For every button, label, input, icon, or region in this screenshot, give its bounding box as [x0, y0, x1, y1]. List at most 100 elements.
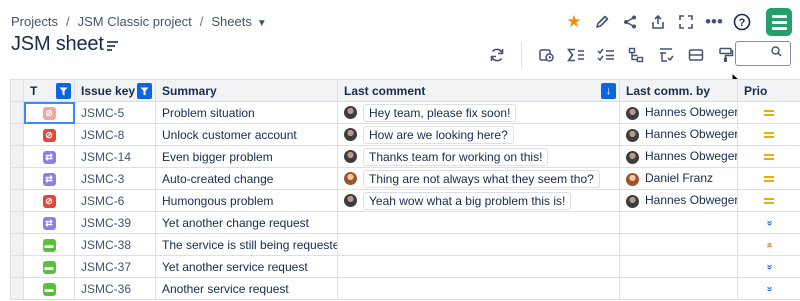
search-field[interactable] — [740, 42, 774, 64]
fullscreen-icon[interactable] — [672, 10, 700, 34]
last-comm-by-cell[interactable] — [619, 255, 738, 278]
issue-key-cell[interactable]: JSMC-37 — [74, 255, 156, 278]
summary-cell[interactable]: Even bigger problem — [155, 145, 338, 168]
table-header-row: T Issue key Summary Last comment ↓ Last c… — [10, 79, 800, 102]
last-comment-cell[interactable]: Yeah wow what a big problem this is! — [337, 189, 620, 212]
last-comm-by-cell[interactable]: Hannes Obweger — [619, 101, 738, 124]
chevron-down-icon: ▼ — [256, 18, 267, 29]
row-number-cell — [10, 123, 24, 146]
priority-cell[interactable] — [737, 123, 800, 146]
priority-low-icon: » — [764, 220, 775, 227]
issue-type-cell[interactable]: ⇄ — [23, 167, 75, 190]
priority-cell[interactable] — [737, 101, 800, 124]
priority-cell[interactable] — [737, 189, 800, 212]
column-header-summary[interactable]: Summary — [155, 79, 338, 102]
row-height-icon[interactable] — [681, 43, 711, 67]
last-comm-by-cell[interactable]: Daniel Franz — [619, 167, 738, 190]
last-comment-cell[interactable] — [337, 211, 620, 234]
search-input[interactable] — [735, 41, 791, 66]
table-row[interactable]: ▬ JSMC-36 Another service request » — [10, 277, 800, 300]
last-comm-by-cell[interactable]: Hannes Obweger — [619, 145, 738, 168]
sort-down-icon[interactable]: ↓ — [601, 83, 616, 99]
summary-cell[interactable]: Problem situation — [155, 101, 338, 124]
last-comm-by-cell[interactable]: Hannes Obweger — [619, 189, 738, 212]
last-comment-cell[interactable]: Thanks team for working on this! — [337, 145, 620, 168]
help-icon[interactable]: ? — [728, 10, 756, 34]
column-header-priority[interactable]: Prio — [737, 79, 800, 102]
issue-type-cell[interactable]: ⊘ — [23, 101, 75, 124]
issue-type-cell[interactable]: ⇄ — [23, 145, 75, 168]
sum-icon[interactable] — [561, 43, 591, 67]
priority-cell[interactable] — [737, 167, 800, 190]
priority-cell[interactable]: » — [737, 277, 800, 300]
issue-key-cell[interactable]: JSMC-36 — [74, 277, 156, 300]
issue-key-cell[interactable]: JSMC-14 — [74, 145, 156, 168]
issue-key-cell[interactable]: JSMC-3 — [74, 167, 156, 190]
refresh-icon[interactable] — [482, 43, 512, 67]
export-icon[interactable] — [644, 10, 672, 34]
table-row[interactable]: ⊘ JSMC-6 Humongous problem Yeah wow what a … — [10, 189, 800, 212]
last-comment-cell[interactable] — [337, 255, 620, 278]
column-header-issue-key[interactable]: Issue key — [74, 79, 156, 102]
column-header-last-comm-by[interactable]: Last comm. by — [619, 79, 738, 102]
summary-cell[interactable]: Another service request — [155, 277, 338, 300]
filter-icon[interactable] — [137, 83, 152, 99]
issue-type-cell[interactable]: ⊘ — [23, 123, 75, 146]
last-comment-cell[interactable]: Thing are not always what they seem tho? — [337, 167, 620, 190]
breadcrumb-project-link[interactable]: JSM Classic project — [78, 14, 192, 29]
filter-list-icon[interactable] — [651, 43, 681, 67]
summary-cell[interactable]: The service is still being requested — [155, 233, 338, 256]
last-comm-by-cell[interactable] — [619, 233, 738, 256]
issue-type-cell[interactable]: ▬ — [23, 277, 75, 300]
table-row[interactable]: ⇄ JSMC-3 Auto-created change Thing are not … — [10, 167, 800, 190]
issue-type-cell[interactable]: ▬ — [23, 233, 75, 256]
column-header-type[interactable]: T — [23, 79, 75, 102]
last-comm-by-cell[interactable] — [619, 211, 738, 234]
last-comm-by-cell[interactable] — [619, 277, 738, 300]
issue-key-cell[interactable]: JSMC-5 — [74, 101, 156, 124]
filter-icon[interactable] — [56, 83, 71, 99]
app-logo[interactable] — [766, 8, 792, 36]
issue-type-cell[interactable]: ▬ — [23, 255, 75, 278]
issue-type-cell[interactable]: ⇄ — [23, 211, 75, 234]
issue-type-cell[interactable]: ⊘ — [23, 189, 75, 212]
issue-key-cell[interactable]: JSMC-38 — [74, 233, 156, 256]
more-icon[interactable]: ••• — [700, 10, 728, 34]
hierarchy-icon[interactable] — [621, 43, 651, 67]
checklist-icon[interactable] — [591, 43, 621, 67]
priority-cell[interactable]: » — [737, 255, 800, 278]
summary-cell[interactable]: Auto-created change — [155, 167, 338, 190]
table-row[interactable]: ⇄ JSMC-14 Even bigger problem Thanks team f… — [10, 145, 800, 168]
star-icon[interactable]: ★ — [560, 10, 588, 34]
timer-icon[interactable] — [531, 43, 561, 67]
share-icon[interactable] — [616, 10, 644, 34]
summary-cell[interactable]: Yet another change request — [155, 211, 338, 234]
table-row[interactable]: ▬ JSMC-38 The service is still being reque… — [10, 233, 800, 256]
table-row[interactable]: ⊘ JSMC-8 Unlock customer account How are we… — [10, 123, 800, 146]
last-comm-by-cell[interactable]: Hannes Obweger — [619, 123, 738, 146]
priority-cell[interactable]: » — [737, 211, 800, 234]
summary-cell[interactable]: Unlock customer account — [155, 123, 338, 146]
priority-cell[interactable] — [737, 145, 800, 168]
issue-key-cell[interactable]: JSMC-39 — [74, 211, 156, 234]
summary-cell[interactable]: Yet another service request — [155, 255, 338, 278]
breadcrumb-projects-link[interactable]: Projects — [11, 14, 58, 29]
issue-key-cell[interactable]: JSMC-6 — [74, 189, 156, 212]
comment-chip: Thing are not always what they seem tho? — [363, 169, 600, 188]
last-comment-cell[interactable]: Hey team, please fix soon! — [337, 101, 620, 124]
issue-key-cell[interactable]: JSMC-8 — [74, 123, 156, 146]
column-header-last-comment[interactable]: Last comment ↓ — [337, 79, 620, 102]
table-row[interactable]: ⇄ JSMC-39 Yet another change request » — [10, 211, 800, 234]
pencil-icon[interactable] — [588, 10, 616, 34]
priority-cell[interactable]: « — [737, 233, 800, 256]
avatar — [626, 128, 639, 142]
column-header-last-comment-label: Last comment — [344, 83, 426, 98]
last-comment-cell[interactable]: How are we looking here? — [337, 123, 620, 146]
summary-cell[interactable]: Humongous problem — [155, 189, 338, 212]
last-comment-cell[interactable] — [337, 233, 620, 256]
table-row[interactable]: ▬ JSMC-37 Yet another service request » — [10, 255, 800, 278]
last-comment-cell[interactable] — [337, 277, 620, 300]
breadcrumb-sheets-dropdown[interactable]: Sheets ▼ — [211, 14, 266, 29]
sheet-menu-icon[interactable] — [107, 41, 118, 53]
table-row[interactable]: ⊘ JSMC-5 Problem situation Hey team, please… — [10, 101, 800, 124]
